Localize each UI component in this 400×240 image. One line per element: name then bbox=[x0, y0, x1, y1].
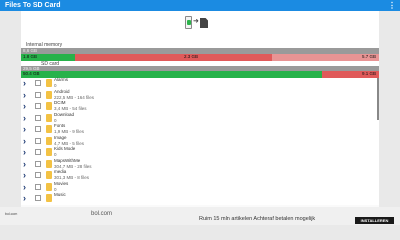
folder-icon bbox=[46, 125, 52, 133]
folder-name: MapsWithMe bbox=[54, 157, 81, 163]
folder-checkbox[interactable] bbox=[35, 91, 41, 98]
folder-icon bbox=[46, 171, 52, 179]
sd-card-icon bbox=[200, 18, 208, 28]
internal-free-fill bbox=[74, 54, 272, 61]
ad-logo: bol.com bbox=[5, 212, 18, 216]
ad-text: Ruim 15 mln artikelen Achteraf betalen m… bbox=[199, 216, 316, 222]
internal-usage-bar: 1.8 GB 2.3 GB 5.7 GB bbox=[21, 54, 379, 61]
expand-chevron-icon[interactable]: › bbox=[23, 159, 26, 169]
overflow-menu-icon[interactable]: ⋮ bbox=[388, 1, 396, 10]
folder-name: media bbox=[54, 169, 67, 174]
transfer-button[interactable]: ➜ bbox=[165, 12, 221, 36]
expand-chevron-icon[interactable]: › bbox=[23, 101, 26, 111]
folder-checkbox[interactable] bbox=[35, 149, 41, 155]
install-button[interactable]: INSTALLEREN bbox=[355, 217, 394, 224]
internal-total-text: 5.7 GB bbox=[361, 54, 376, 59]
phone-icon bbox=[185, 16, 192, 29]
folder-name: DCIM bbox=[54, 100, 66, 105]
folder-icon bbox=[46, 182, 52, 191]
folder-name: Download bbox=[54, 111, 75, 117]
app-bar: Files To SD Card ⋮ bbox=[0, 0, 400, 11]
folder-icon bbox=[46, 113, 52, 122]
folder-icon bbox=[46, 79, 52, 87]
folder-checkbox[interactable] bbox=[35, 183, 41, 190]
internal-used-text: 1.8 GB bbox=[23, 54, 38, 59]
expand-chevron-icon[interactable]: › bbox=[23, 90, 26, 100]
folder-checkbox[interactable] bbox=[35, 80, 41, 86]
expand-chevron-icon[interactable]: › bbox=[23, 182, 26, 192]
folder-checkbox[interactable] bbox=[35, 172, 41, 178]
folder-row[interactable]: › Music bbox=[21, 192, 379, 205]
folder-checkbox[interactable] bbox=[35, 126, 41, 132]
expand-chevron-icon[interactable]: › bbox=[23, 193, 26, 203]
expand-chevron-icon[interactable]: › bbox=[23, 78, 26, 88]
ad-banner[interactable]: bol.com bol.com Ruim 15 mln artikelen Ac… bbox=[0, 207, 400, 225]
folder-icon bbox=[46, 194, 52, 202]
folder-name: Image bbox=[54, 134, 67, 140]
folder-checkbox[interactable] bbox=[35, 195, 41, 201]
folder-name: Music bbox=[54, 192, 66, 197]
folder-icon bbox=[46, 148, 52, 156]
folder-icon bbox=[46, 90, 52, 99]
folder-checkbox[interactable] bbox=[35, 160, 41, 167]
expand-chevron-icon[interactable]: › bbox=[23, 170, 26, 180]
folder-checkbox[interactable] bbox=[35, 103, 41, 109]
folder-name: Movies bbox=[54, 180, 69, 186]
internal-free-text: 2.3 GB bbox=[184, 54, 199, 59]
folder-name: Kids Mode bbox=[54, 146, 76, 151]
app-title: Files To SD Card bbox=[5, 2, 61, 9]
expand-chevron-icon[interactable]: › bbox=[23, 136, 26, 146]
ad-brand: bol.com bbox=[91, 211, 113, 217]
arrow-right-icon: ➜ bbox=[193, 18, 199, 25]
expand-chevron-icon[interactable]: › bbox=[23, 147, 26, 157]
folder-checkbox[interactable] bbox=[35, 137, 41, 144]
folder-checkbox[interactable] bbox=[35, 114, 41, 121]
folder-name: Alarms bbox=[54, 77, 69, 82]
expand-chevron-icon[interactable]: › bbox=[23, 113, 26, 123]
list-scrollbar[interactable] bbox=[377, 78, 379, 120]
folder-list: › Alarms 0 › Android 222,5 MB - 164 files › DCI… bbox=[21, 77, 379, 205]
folder-icon bbox=[46, 102, 52, 110]
folder-icon bbox=[46, 136, 52, 145]
folder-name: Android bbox=[54, 88, 70, 94]
expand-chevron-icon[interactable]: › bbox=[23, 124, 26, 134]
folder-name: Fonts bbox=[54, 123, 66, 128]
folder-icon bbox=[46, 159, 52, 168]
